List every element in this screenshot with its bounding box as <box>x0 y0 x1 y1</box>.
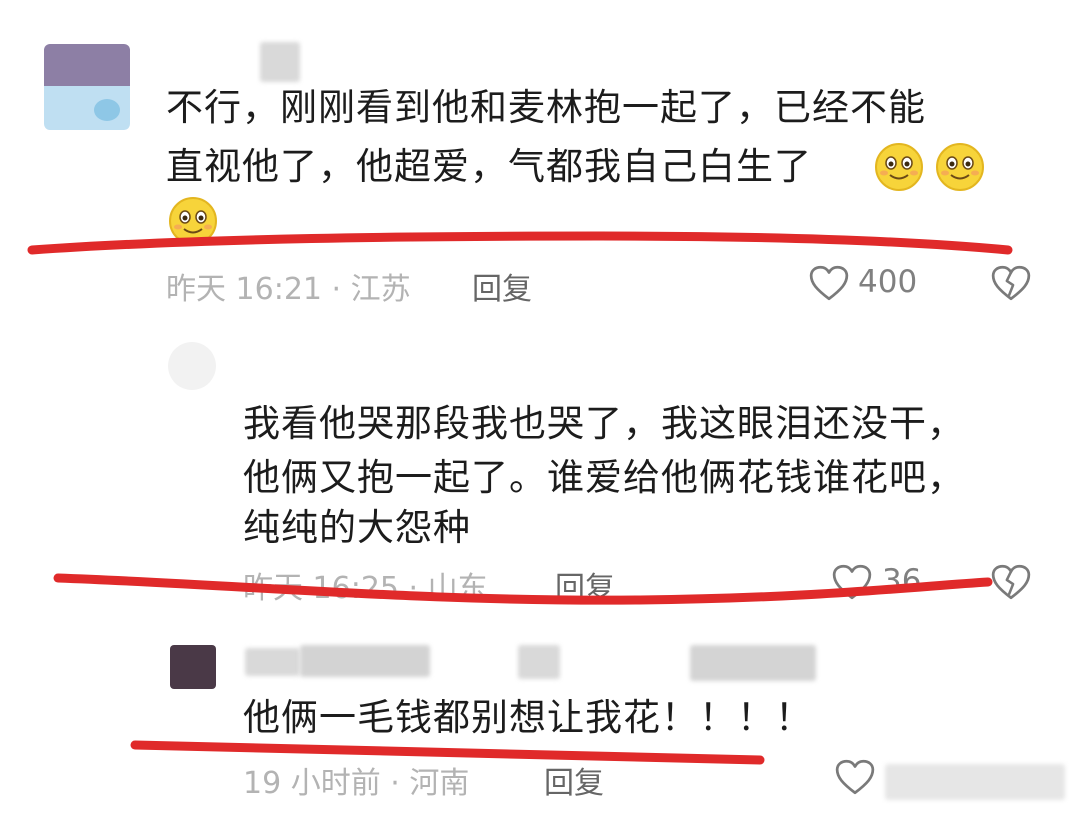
heart-icon[interactable] <box>831 563 873 601</box>
comment-time-location: 昨天 16:25 · 山东 <box>243 571 488 606</box>
watermark-redacted <box>885 764 1065 800</box>
like-count: 36 <box>882 563 922 599</box>
comment-text-line: 他俩一毛钱都别想让我花！！！！ <box>243 696 813 739</box>
comment-text-line: 纯纯的大怨种 <box>243 506 471 549</box>
username-redacted <box>260 42 300 82</box>
broken-heart-icon[interactable] <box>990 264 1032 302</box>
comment-text-line: 直视他了，他超爱，气都我自己白生了 <box>166 145 812 188</box>
comment-time-location: 19 小时前 · 河南 <box>243 766 470 801</box>
avatar[interactable] <box>170 645 216 689</box>
broken-heart-icon[interactable] <box>990 563 1032 601</box>
reply-button[interactable]: 回复 <box>555 563 615 607</box>
smiley-emoji-icon <box>936 143 984 191</box>
reply-button[interactable]: 回复 <box>544 758 604 802</box>
heart-icon[interactable] <box>808 264 850 302</box>
reply-button[interactable]: 回复 <box>472 264 532 308</box>
avatar[interactable] <box>44 44 130 130</box>
comment-time-location: 昨天 16:21 · 江苏 <box>166 272 411 307</box>
comment-text-line: 我看他哭那段我也哭了，我这眼泪还没干， <box>243 402 965 445</box>
heart-icon[interactable] <box>834 758 876 796</box>
username-redacted <box>245 648 300 676</box>
username-redacted <box>690 645 816 681</box>
username-redacted <box>300 645 430 677</box>
avatar[interactable] <box>168 342 216 390</box>
username-redacted <box>518 645 560 679</box>
comment-text-line: 不行，刚刚看到他和麦林抱一起了，已经不能 <box>166 86 926 129</box>
smiley-emoji-icon <box>875 143 923 191</box>
like-count: 400 <box>858 264 918 300</box>
smiley-emoji-icon <box>169 197 217 245</box>
